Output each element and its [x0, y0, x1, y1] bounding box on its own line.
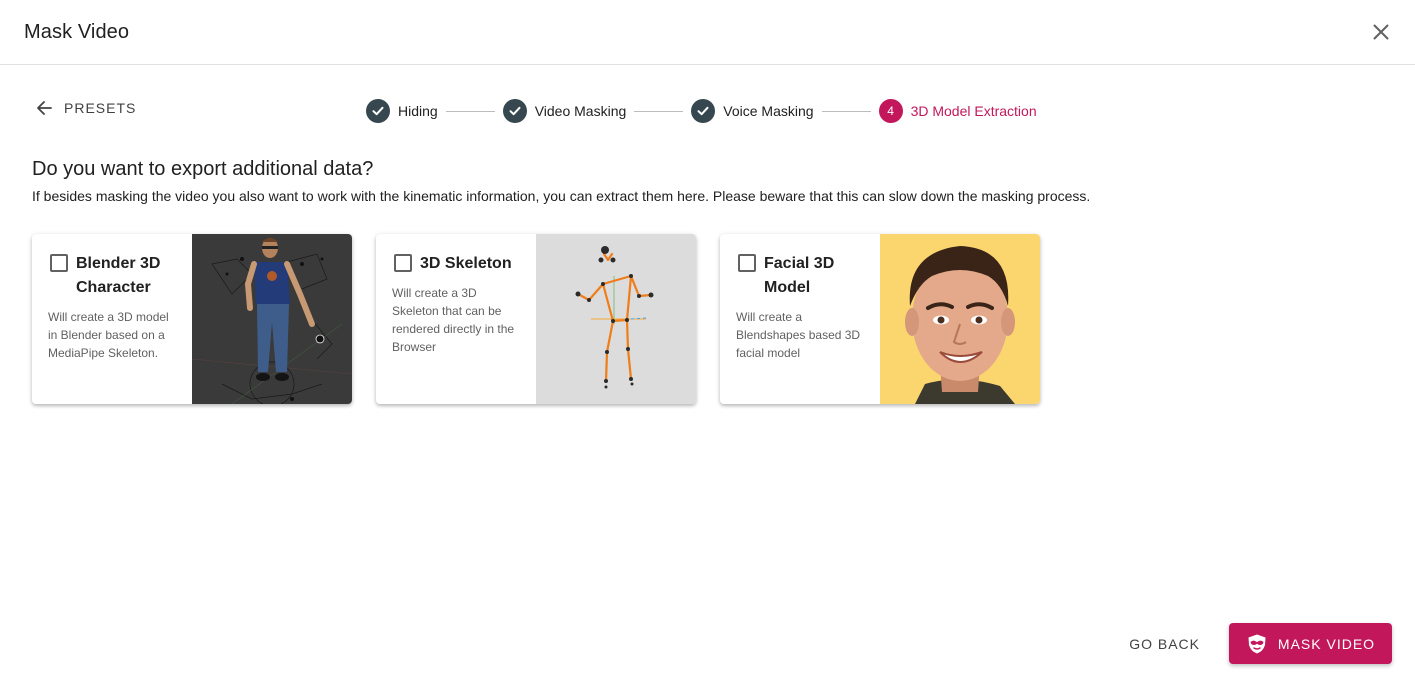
card-body: Facial 3D Model Will create a Blendshape…: [720, 234, 880, 404]
3d-skeleton-checkbox[interactable]: [394, 254, 412, 272]
close-button[interactable]: [1367, 18, 1395, 46]
card-title: Blender 3D Character: [76, 255, 161, 296]
step-hiding[interactable]: Hiding: [366, 99, 438, 123]
mask-video-label: MASK VIDEO: [1277, 635, 1376, 652]
card-title: 3D Skeleton: [420, 255, 512, 272]
step-3d-model-extraction[interactable]: 4 3D Model Extraction: [878, 99, 1037, 123]
section-heading: Do you want to export additional data?: [32, 158, 374, 180]
dialog-footer: GO BACK MASK VIDEO: [1119, 623, 1392, 664]
go-back-button[interactable]: GO BACK: [1119, 626, 1210, 662]
blender-character-image: [192, 234, 352, 404]
facial-model-image: [880, 234, 1040, 404]
check-icon: [691, 99, 716, 123]
3d-skeleton-image: [536, 234, 696, 404]
nav-row: PRESETS Hiding Video Masking Voice Maski…: [32, 96, 1415, 128]
presets-button[interactable]: PRESETS: [36, 100, 136, 116]
step-label: Video Masking: [534, 103, 627, 119]
card-blender-character[interactable]: Blender 3D Character Will create a 3D mo…: [32, 234, 352, 404]
card-facial-3d-model[interactable]: Facial 3D Model Will create a Blendshape…: [720, 234, 1040, 404]
mask-video-button[interactable]: MASK VIDEO: [1229, 623, 1392, 664]
step-label: Voice Masking: [723, 103, 814, 119]
card-title: Facial 3D Model: [764, 255, 835, 296]
card-body: Blender 3D Character Will create a 3D mo…: [32, 234, 192, 404]
check-icon: [366, 99, 390, 123]
step-voice-masking[interactable]: Voice Masking: [691, 99, 814, 123]
arrow-left-icon: [37, 101, 52, 115]
blender-character-checkbox[interactable]: [50, 254, 68, 272]
card-body: 3D Skeleton Will create a 3D Skeleton th…: [376, 234, 536, 404]
check-icon: [502, 99, 527, 123]
step-connector: [821, 110, 871, 112]
step-label: Hiding: [398, 103, 438, 119]
dialog-title: Mask Video: [24, 20, 130, 43]
card-3d-skeleton[interactable]: 3D Skeleton Will create a 3D Skeleton th…: [376, 234, 696, 404]
card-description: Will create a 3D Skeleton that can be re…: [392, 286, 515, 354]
option-cards: Blender 3D Character Will create a 3D mo…: [32, 234, 1040, 404]
close-icon: [1373, 24, 1389, 40]
mask-icon: [1248, 634, 1266, 653]
dialog-header: Mask Video: [0, 0, 1415, 65]
step-number: 4: [878, 99, 903, 123]
section-description: If besides masking the video you also wa…: [32, 188, 1091, 204]
card-description: Will create a Blendshapes based 3D facia…: [736, 310, 861, 360]
stepper: Hiding Video Masking Voice Masking 4 3D …: [366, 99, 1037, 123]
facial-3d-model-checkbox[interactable]: [738, 254, 756, 272]
card-description: Will create a 3D model in Blender based …: [48, 310, 169, 360]
step-label: 3D Model Extraction: [910, 103, 1037, 119]
presets-label: PRESETS: [64, 100, 137, 116]
step-connector: [634, 110, 684, 112]
step-connector: [445, 110, 495, 112]
step-video-masking[interactable]: Video Masking: [502, 99, 627, 123]
